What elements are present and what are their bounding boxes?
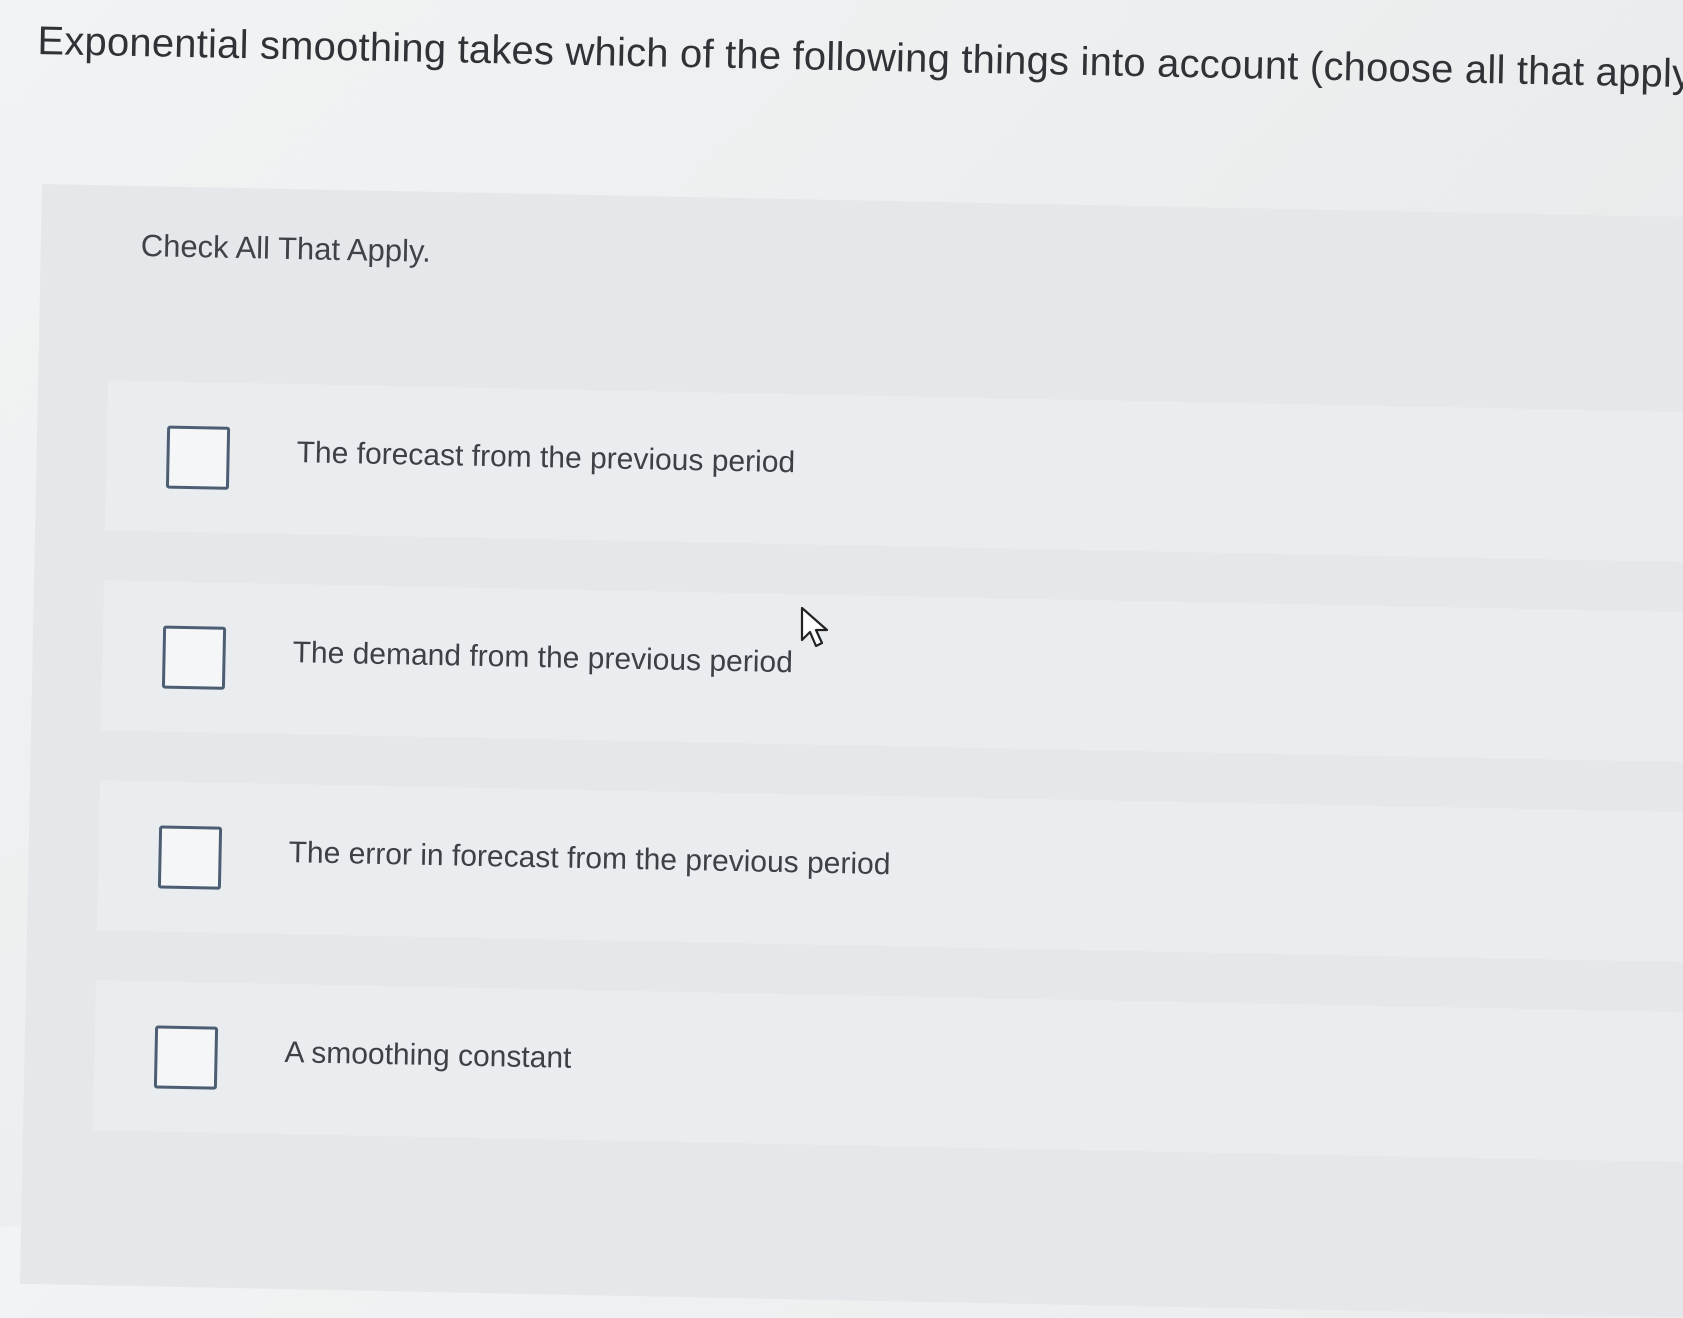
option-demand-previous-period[interactable]: The demand from the previous period: [101, 580, 1683, 763]
options-list: The forecast from the previous period Th…: [92, 380, 1683, 1212]
option-label: The demand from the previous period: [292, 636, 794, 680]
option-label: The forecast from the previous period: [296, 436, 796, 480]
check-all-instruction: Check All That Apply.: [140, 227, 432, 269]
checkbox[interactable]: [161, 625, 227, 690]
option-forecast-previous-period[interactable]: The forecast from the previous period: [105, 380, 1683, 563]
answer-panel: Check All That Apply. The forecast from …: [19, 184, 1683, 1318]
option-label: The error in forecast from the previous …: [288, 836, 891, 882]
question-text: Exponential smoothing takes which of the…: [37, 18, 1683, 97]
mouse-pointer-icon: [800, 606, 829, 648]
option-smoothing-constant[interactable]: A smoothing constant: [93, 980, 1683, 1163]
checkbox[interactable]: [165, 425, 231, 490]
option-label: A smoothing constant: [284, 1036, 572, 1075]
checkbox[interactable]: [157, 825, 223, 890]
checkbox[interactable]: [153, 1025, 219, 1090]
option-error-previous-period[interactable]: The error in forecast from the previous …: [97, 780, 1683, 963]
